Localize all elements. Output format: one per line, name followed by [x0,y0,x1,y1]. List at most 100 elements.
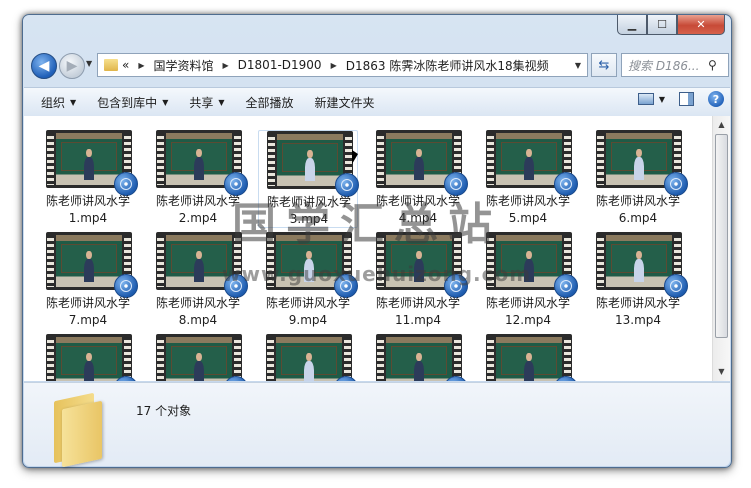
breadcrumb-item-current[interactable]: D1863 陈霁冰陈老师讲风水18集视频 [346,57,549,74]
navigation-bar: ◀ ▶ ▼ « ▶ 国学资料馆 ▶ D1801-D1900 ▶ D1863 陈霁… [29,51,729,79]
video-frame [166,337,232,381]
new-folder-label: 新建文件夹 [314,95,375,110]
file-name-line2: 9.mp4 [288,313,328,327]
lecturer-figure [413,352,425,381]
chevron-down-icon: ▼ [218,97,225,107]
file-name-line1: 陈老师讲风水学 [595,194,680,208]
video-thumbnail [267,131,359,197]
organize-button[interactable]: 组织 ▼ [37,90,80,115]
lecturer-figure [193,148,205,180]
forward-button[interactable]: ▶ [59,53,85,79]
chevron-right-icon[interactable]: ▶ [223,61,229,70]
file-name-line2: 11.mp4 [394,313,442,327]
video-frame [277,134,343,186]
lecturer-figure [303,352,315,381]
vertical-scrollbar[interactable]: ▲ ▼ [712,116,730,381]
search-box[interactable]: 搜索 D186... ⚲ [621,53,729,77]
file-name: 陈老师讲风水学 7.mp4 [38,295,138,329]
new-folder-button[interactable]: 新建文件夹 [311,90,379,115]
file-name-line1: 陈老师讲风水学 [485,296,570,310]
minimize-button[interactable]: ▁ [617,15,647,35]
breadcrumb-item-range[interactable]: D1801-D1900 [238,58,322,72]
video-thumbnail [376,130,468,196]
video-frame [386,133,452,185]
watermark-title: 国学汇总站 [232,199,502,250]
caption-buttons: ▁ ☐ ✕ [617,15,725,35]
back-arrow-icon: ◀ [38,58,50,74]
file-item[interactable] [258,334,358,381]
share-button[interactable]: 共享 ▼ [185,90,228,115]
video-frame [606,235,672,287]
video-frame [496,133,562,185]
file-item[interactable]: 陈老师讲风水学 6.mp4 [588,130,688,228]
folder-icon [104,59,118,71]
chevron-right-icon[interactable]: ▶ [331,61,337,70]
address-bar[interactable]: « ▶ 国学资料馆 ▶ D1801-D1900 ▶ D1863 陈霁冰陈老师讲风… [97,53,588,77]
video-thumbnail [596,130,688,196]
file-item[interactable]: 陈老师讲风水学 7.mp4 [38,232,138,330]
video-frame [386,337,452,381]
file-name-line1: 陈老师讲风水学 [265,296,350,310]
scrollbar-thumb[interactable] [715,134,728,338]
video-thumbnail [486,130,578,196]
video-thumbnail [486,334,578,381]
lecturer-figure [523,352,535,381]
folder-large-icon [54,392,106,468]
play-all-button[interactable]: 全部播放 [242,90,298,115]
file-item[interactable] [478,334,578,381]
video-frame [606,133,672,185]
back-button[interactable]: ◀ [31,53,57,79]
lecturer-figure [304,149,316,181]
change-view-button[interactable]: ▼ [637,93,665,105]
file-item[interactable] [38,334,138,381]
file-name-line1: 陈老师讲风水学 [155,296,240,310]
item-count: 17 个对象 [136,404,192,418]
recent-pages-dropdown[interactable]: ▼ [86,59,92,68]
file-name-line1: 陈老师讲风水学 [375,296,460,310]
video-thumbnail [376,334,468,381]
maximize-button[interactable]: ☐ [647,15,677,35]
video-frame [56,133,122,185]
search-input[interactable]: 搜索 D186... [622,57,708,74]
scroll-down-icon[interactable]: ▼ [715,365,728,379]
include-in-library-button[interactable]: 包含到库中 ▼ [93,90,172,115]
file-item[interactable] [148,334,248,381]
lecturer-figure [413,148,425,180]
file-item[interactable]: 陈老师讲风水学 13.mp4 [588,232,688,330]
search-icon[interactable]: ⚲ [708,58,724,72]
file-name-line2: 1.mp4 [68,211,108,225]
chevron-down-icon: ▼ [658,94,665,104]
video-thumbnail [156,130,248,196]
chevron-right-icon[interactable]: ▶ [138,61,144,70]
lecturer-figure [83,148,95,180]
refresh-button[interactable]: ⇆ [591,53,617,77]
include-library-label: 包含到库中 [97,95,158,110]
video-frame [496,337,562,381]
breadcrumb-overflow[interactable]: « [122,58,129,72]
address-dropdown-icon[interactable]: ▼ [575,61,581,70]
file-item[interactable]: 陈老师讲风水学 1.mp4 [38,130,138,228]
file-name: 陈老师讲风水学 13.mp4 [588,295,688,329]
video-frame [56,235,122,287]
file-name: 陈老师讲风水学 6.mp4 [588,193,688,227]
preview-pane-icon[interactable] [679,92,694,106]
lecturer-figure [633,148,645,180]
file-name-line1: 陈老师讲风水学 [45,296,130,310]
close-button[interactable]: ✕ [677,15,725,35]
breadcrumb-item-library[interactable]: 国学资料馆 [154,57,214,74]
details-pane: 17 个对象 [24,382,730,468]
lecturer-figure [633,250,645,282]
video-thumbnail [266,334,358,381]
chevron-down-icon: ▼ [70,97,77,107]
chevron-down-icon: ▼ [162,97,169,107]
scroll-up-icon[interactable]: ▲ [715,118,728,132]
file-name-line2: 12.mp4 [504,313,552,327]
command-bar: 组织 ▼ 包含到库中 ▼ 共享 ▼ 全部播放 新建文件夹 ▼ ? [24,87,730,117]
file-item[interactable] [368,334,468,381]
file-name-line2: 6.mp4 [618,211,658,225]
video-frame [276,337,342,381]
help-icon[interactable]: ? [708,91,724,107]
video-thumbnail [156,334,248,381]
forward-arrow-icon: ▶ [66,58,78,74]
file-grid: 陈老师讲风水学 1.mp4 陈老师讲风水学 2.mp4 陈老师讲风水学 3.mp4 陈老师讲… [38,130,698,381]
